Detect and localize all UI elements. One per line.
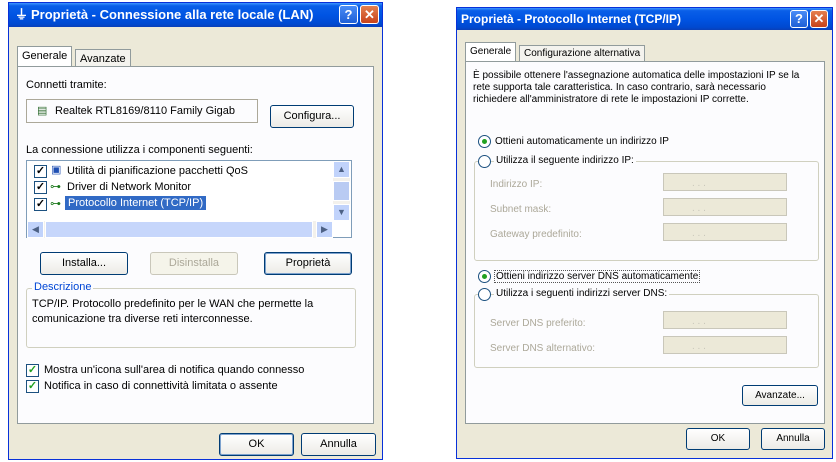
help-button[interactable]: ? [339,5,358,24]
description-line-1: TCP/IP. Protocollo predefinito per le WA… [32,298,314,310]
manual-ip-radio[interactable] [478,155,491,168]
gateway-label: Gateway predefinito: [490,229,582,240]
manual-ip-label[interactable]: Utilizza il seguente indirizzo IP: [494,155,636,166]
gateway-dots: . . . [692,228,706,239]
component-checkbox-qos[interactable]: ✓ [34,165,47,178]
preferred-dns-field[interactable]: . . . [663,311,787,329]
scroll-right-button[interactable]: ▶ [316,221,333,238]
subnet-dots: . . . [692,203,706,214]
components-hscroll[interactable]: ◀ ▶ [27,221,333,238]
dns-group [474,294,819,368]
ok-button[interactable]: OK [219,433,294,456]
auto-ip-radio[interactable] [478,135,491,148]
lan-properties-window: ⏚ Proprietà - Connessione alla rete loca… [8,2,383,460]
adapter-box: ▤ Realtek RTL8169/8110 Family Gigab [26,99,258,123]
close-button[interactable]: ✕ [360,5,379,24]
tab-alternate-config[interactable]: Configurazione alternativa [519,45,646,62]
configure-button[interactable]: Configura... [270,105,354,128]
preferred-dns-dots: . . . [692,316,706,327]
notify-limited-checkbox[interactable]: ✓ [26,380,39,393]
tcpip-window-title: Proprietà - Protocollo Internet (TCP/IP) [461,12,682,26]
tcpip-properties-window: Proprietà - Protocollo Internet (TCP/IP)… [456,7,833,459]
qos-icon: ▣ [51,164,62,176]
auto-ip-label[interactable]: Ottieni automaticamente un indirizzo IP [495,136,669,147]
ok-button[interactable]: OK [686,428,750,450]
intro-line-2: rete supporta tale caratteristica. In ca… [473,82,766,93]
description-title: Descrizione [32,281,94,293]
scroll-up-button[interactable]: ▲ [333,161,350,178]
manual-dns-label[interactable]: Utilizza i seguenti indirizzi server DNS… [494,288,670,299]
notify-limited-label[interactable]: Notifica in caso di connettività limitat… [44,380,278,392]
component-label-qos[interactable]: Utilità di pianificazione pacchetti QoS [67,165,248,177]
gateway-field[interactable]: . . . [663,223,787,241]
connect-via-label: Connetti tramite: [26,79,107,91]
components-list: ✓ ▣ Utilità di pianificazione pacchetti … [26,160,352,238]
tcpip-general-panel: È possibile ottenere l'assegnazione auto… [465,61,825,424]
scroll-down-button[interactable]: ▼ [333,204,350,221]
lan-title-bar[interactable]: ⏚ Proprietà - Connessione alla rete loca… [9,3,382,27]
component-label-tcpip[interactable]: Protocollo Internet (TCP/IP) [65,196,207,210]
network-adapter-icon: ▤ [37,105,48,117]
advanced-button[interactable]: Avanzate... [742,385,818,406]
component-checkbox-tcpip[interactable]: ✓ [34,198,47,211]
component-checkbox-netmon[interactable]: ✓ [34,181,47,194]
components-label: La connessione utilizza i componenti seg… [26,144,253,156]
cancel-button[interactable]: Annulla [301,433,376,456]
intro-line-3: richiedere all'amministratore di rete le… [473,94,749,105]
ip-address-dots: . . . [692,178,706,189]
alternate-dns-field[interactable]: . . . [663,336,787,354]
subnet-field[interactable]: . . . [663,198,787,216]
protocol-icon: ⊶ [50,198,61,210]
tab-generale[interactable]: Generale [465,42,517,62]
properties-button[interactable]: Proprietà [264,252,352,275]
network-icon: ⏚ [15,7,29,22]
subnet-label: Subnet mask: [490,204,552,215]
component-label-netmon[interactable]: Driver di Network Monitor [67,181,191,193]
components-vscroll[interactable]: ▲ ▼ [333,161,350,221]
preferred-dns-label: Server DNS preferito: [490,318,586,329]
notify-icon-label[interactable]: Mostra un'icona sull'area di notifica qu… [44,364,304,376]
adapter-name: Realtek RTL8169/8110 Family Gigab [55,105,235,117]
auto-dns-radio[interactable] [478,270,491,283]
scroll-left-button[interactable]: ◀ [27,221,44,238]
auto-dns-label[interactable]: Ottieni indirizzo server DNS automaticam… [494,270,701,283]
notify-icon-checkbox[interactable]: ✓ [26,364,39,377]
close-button[interactable]: ✕ [810,10,828,28]
intro-line-1: È possibile ottenere l'assegnazione auto… [473,70,800,81]
cancel-button[interactable]: Annulla [761,428,825,450]
manual-dns-radio[interactable] [478,288,491,301]
help-button[interactable]: ? [790,10,808,28]
scroll-thumb[interactable] [333,181,350,201]
ip-address-field[interactable]: . . . [663,173,787,191]
protocol-icon: ⊶ [50,181,61,193]
lan-window-title: Proprietà - Connessione alla rete locale… [31,7,314,22]
description-line-2: comunicazione tra diverse reti interconn… [32,313,253,325]
tcpip-title-bar[interactable]: Proprietà - Protocollo Internet (TCP/IP)… [457,8,832,30]
alternate-dns-label: Server DNS alternativo: [490,343,596,354]
ip-address-label: Indirizzo IP: [490,179,543,190]
lan-general-panel: Connetti tramite: ▤ Realtek RTL8169/8110… [17,66,374,424]
alternate-dns-dots: . . . [692,341,706,352]
hscroll-thumb[interactable] [45,221,313,238]
uninstall-button[interactable]: Disinstalla [150,252,238,275]
tab-generale[interactable]: Generale [17,46,73,67]
install-button[interactable]: Installa... [40,252,128,275]
